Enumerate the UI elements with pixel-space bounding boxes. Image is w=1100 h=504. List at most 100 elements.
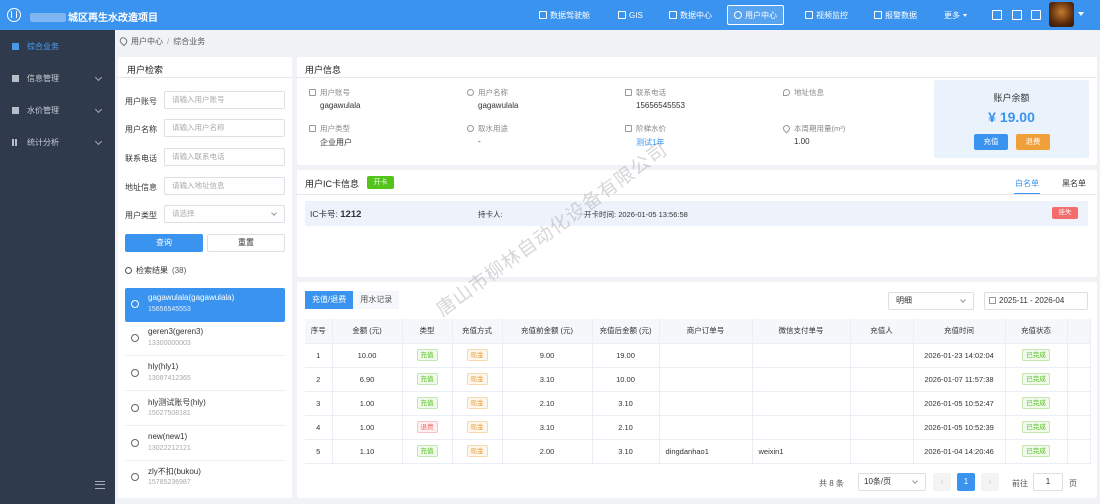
divider <box>297 77 1097 78</box>
query-button[interactable]: 查询 <box>125 234 203 252</box>
tab-recharge-refund[interactable]: 充值/退费 <box>305 291 354 309</box>
results-header: 检索结果 (38) <box>125 265 186 276</box>
report-lost-button[interactable]: 挂失 <box>1052 207 1078 219</box>
usage-value: 1.00 <box>794 137 810 146</box>
address-field-label: 地址信息 <box>783 87 824 98</box>
page-size-select[interactable]: 10条/页 <box>858 473 926 491</box>
divider <box>118 77 292 78</box>
status-badge: 已完成 <box>1022 373 1050 385</box>
address-label: 地址信息 <box>125 183 157 192</box>
method-badge: 现金 <box>466 445 488 457</box>
address-input[interactable]: 请输入地址信息 <box>164 177 285 195</box>
breadcrumb-separator: / <box>167 36 170 46</box>
table-row[interactable]: 1 10.00 充值 现金 9.00 19.00 2026-01-23 14:0… <box>305 343 1091 368</box>
nav-more[interactable]: 更多 <box>938 0 973 30</box>
card-number: IC卡号: 1212 <box>310 209 362 220</box>
name-label: 用户名称 <box>125 125 157 134</box>
search-icon <box>125 267 132 274</box>
layout-icon[interactable] <box>992 10 1002 20</box>
search-title: 用户检索 <box>127 65 164 75</box>
nav-data-center[interactable]: 数据中心 <box>663 0 718 30</box>
list-item[interactable]: zly不扣(bukou) 15785236987 <box>125 461 285 495</box>
user-center-icon <box>734 11 742 19</box>
dashboard-icon <box>539 11 547 19</box>
tier-price-link[interactable]: 测试1年 <box>636 137 664 148</box>
name-input[interactable]: 请输入用户名称 <box>164 119 285 137</box>
group-icon <box>131 404 139 412</box>
chevron-down-icon <box>271 210 277 216</box>
open-card-button[interactable]: 开卡 <box>367 176 394 189</box>
recharge-button[interactable]: 充值 <box>974 134 1008 150</box>
col-time: 充值时间 <box>913 319 1006 344</box>
sidebar-item-comprehensive[interactable]: 综合业务 <box>0 30 115 62</box>
avatar[interactable] <box>1049 2 1074 27</box>
location-icon <box>118 35 129 47</box>
user-type-select[interactable]: 请选择 <box>164 205 285 223</box>
method-badge: 现金 <box>466 373 488 385</box>
status-badge: 已完成 <box>1022 445 1050 457</box>
total-count: 共 8 条 <box>819 479 844 488</box>
col-extra <box>1067 319 1091 344</box>
method-badge: 现金 <box>466 397 488 409</box>
group-icon <box>131 473 139 481</box>
user-type-field-label: 用户类型 <box>309 123 350 134</box>
list-item[interactable]: hly(hly1) 13087412365 <box>125 357 285 391</box>
collapse-menu-icon[interactable] <box>95 481 105 489</box>
records-tabs: 充值/退费 用水记录 <box>305 291 400 309</box>
type-badge: 充值 <box>416 445 438 457</box>
water-use-value: - <box>478 137 481 146</box>
table-row[interactable]: 4 1.00 退费 现金 3.10 2.10 2026-01-05 10:52:… <box>305 415 1091 440</box>
next-page-button[interactable]: › <box>981 473 999 491</box>
sidebar-item-water-price[interactable]: 水价管理 <box>0 94 115 126</box>
tab-blacklist[interactable]: 黑名单 <box>1062 178 1086 189</box>
col-before: 充值前金额 (元) <box>502 319 593 344</box>
database-icon <box>669 11 677 19</box>
chevron-down-icon[interactable] <box>1078 12 1084 16</box>
list-item[interactable]: geren3(geren3) 13300000003 <box>125 322 285 356</box>
grid-icon <box>12 74 19 82</box>
phone-value: 15656545553 <box>636 101 685 110</box>
user-icon <box>467 89 474 96</box>
list-item[interactable]: gagawulala(gagawulala) 15656545553 <box>125 288 285 322</box>
breadcrumb-root[interactable]: 用户中心 <box>131 36 163 47</box>
sidebar-item-info-management[interactable]: 信息管理 <box>0 62 115 94</box>
tab-water-usage[interactable]: 用水记录 <box>353 291 400 309</box>
goto-page-input[interactable]: 1 <box>1033 473 1063 491</box>
prev-page-button[interactable]: ‹ <box>933 473 951 491</box>
page-1-button[interactable]: 1 <box>957 473 975 491</box>
nav-gis[interactable]: GIS <box>612 0 649 30</box>
list-item[interactable]: new(new1) 13022212121 <box>125 427 285 461</box>
date-range-picker[interactable]: 2025-11 - 2026-04 <box>984 292 1088 310</box>
detail-select[interactable]: 明细 <box>888 292 974 310</box>
open-time: 开卡时间: 2026-01-05 13:56:58 <box>584 210 688 219</box>
col-no: 序号 <box>305 319 333 344</box>
type-badge: 充值 <box>416 397 438 409</box>
account-input[interactable]: 请输入用户账号 <box>164 91 285 109</box>
records-table: 序号 金额 (元) 类型 充值方式 充值前金额 (元) 充值后金额 (元) 商户… <box>305 319 1091 464</box>
app-title: 城区再生水改造项目 <box>30 9 158 24</box>
table-row[interactable]: 3 1.00 充值 现金 2.10 3.10 2026-01-05 10:52:… <box>305 391 1091 416</box>
nav-video[interactable]: 视频监控 <box>799 0 854 30</box>
export-icon[interactable] <box>1012 10 1022 20</box>
col-by: 充值人 <box>850 319 914 344</box>
sidebar-item-statistics[interactable]: 统计分析 <box>0 126 115 158</box>
tab-whitelist[interactable]: 白名单 <box>1015 178 1039 189</box>
user-type-label: 用户类型 <box>125 211 157 220</box>
nav-user-center[interactable]: 用户中心 <box>727 5 784 25</box>
fullscreen-icon[interactable] <box>1031 10 1041 20</box>
account-field-label: 用户账号 <box>309 87 350 98</box>
nav-dashboard[interactable]: 数据驾驶舱 <box>533 0 596 30</box>
phone-input[interactable]: 请输入联系电话 <box>164 148 285 166</box>
nav-alarm[interactable]: 报警数据 <box>868 0 923 30</box>
balance-value: ¥ 19.00 <box>988 109 1035 125</box>
table-row[interactable]: 2 6.90 充值 现金 3.10 10.00 2026-01-07 11:57… <box>305 367 1091 392</box>
reset-button[interactable]: 重置 <box>207 234 285 252</box>
table-row[interactable]: 5 1.10 充值 现金 2.00 3.10 dingdanhao1 weixi… <box>305 439 1091 464</box>
refund-button[interactable]: 退费 <box>1016 134 1050 150</box>
phone-field-label: 联系电话 <box>625 87 666 98</box>
table-header-row: 序号 金额 (元) 类型 充值方式 充值前金额 (元) 充值后金额 (元) 商户… <box>305 319 1091 344</box>
user-icon <box>131 334 139 342</box>
list-item[interactable]: hly测试账号(hly) 15027508181 <box>125 392 285 426</box>
method-badge: 现金 <box>466 349 488 361</box>
type-badge: 充值 <box>416 373 438 385</box>
